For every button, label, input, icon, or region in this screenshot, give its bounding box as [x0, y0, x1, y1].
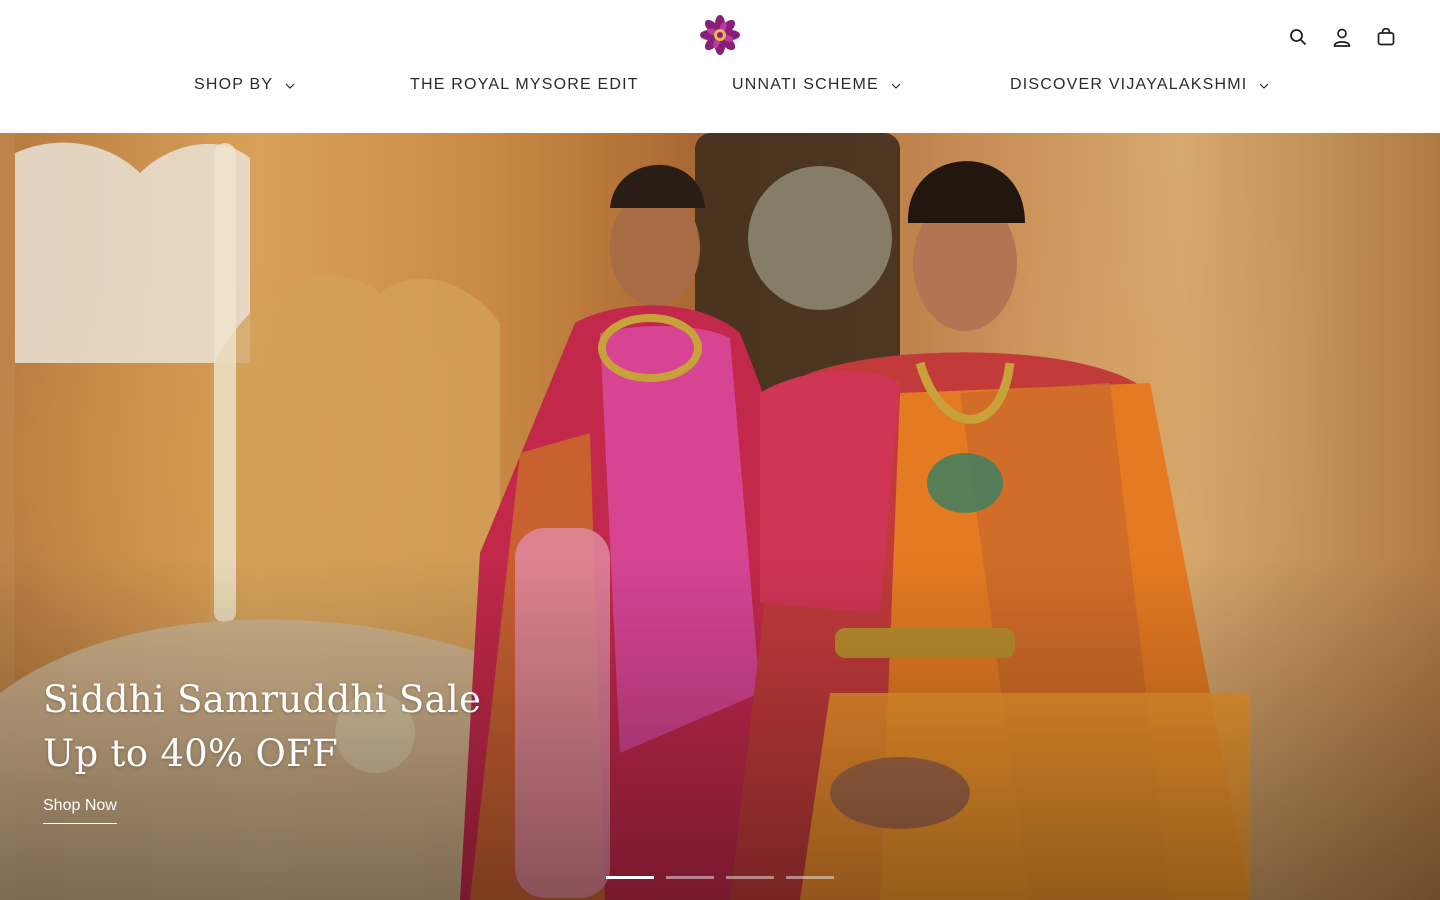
cart-icon	[1377, 28, 1395, 46]
hero-title-line2: Up to 40% OFF	[43, 732, 339, 775]
nav-item-label: UNNATI SCHEME	[732, 76, 879, 93]
hero-content: Siddhi Samruddhi Sale Up to 40% OFF Shop…	[43, 673, 481, 824]
hero-title-line1: Siddhi Samruddhi Sale	[43, 678, 482, 721]
nav-item-label: THE ROYAL MYSORE EDIT	[410, 76, 639, 93]
chevron-down-icon	[1259, 83, 1269, 89]
shop-now-button[interactable]: Shop Now	[43, 797, 117, 824]
search-icon	[1290, 29, 1306, 45]
nav-item-label: SHOP BY	[194, 76, 274, 93]
nav-item-unnati-scheme[interactable]: UNNATI SCHEME	[732, 76, 901, 94]
main-navigation: SHOP BY THE ROYAL MYSORE EDIT UNNATI SCH…	[0, 76, 1440, 102]
site-header: SHOP BY THE ROYAL MYSORE EDIT UNNATI SCH…	[0, 0, 1440, 133]
lotus-flower-icon	[700, 15, 740, 55]
nav-item-discover-vijayalakshmi[interactable]: DISCOVER VIJAYALAKSHMI	[1010, 76, 1269, 94]
brand-logo[interactable]	[700, 15, 740, 55]
slideshow-pagination	[606, 876, 834, 879]
chevron-down-icon	[285, 83, 295, 89]
nav-item-shop-by[interactable]: SHOP BY	[194, 76, 295, 94]
header-actions	[1286, 25, 1398, 49]
cart-button[interactable]	[1374, 25, 1398, 49]
slide-indicator-1[interactable]	[606, 876, 654, 879]
search-button[interactable]	[1286, 25, 1310, 49]
slide-indicator-3[interactable]	[726, 876, 774, 879]
slide-indicator-4[interactable]	[786, 876, 834, 879]
account-icon	[1333, 28, 1351, 47]
nav-item-royal-mysore-edit[interactable]: THE ROYAL MYSORE EDIT	[410, 76, 639, 94]
slide-indicator-2[interactable]	[666, 876, 714, 879]
nav-item-label: DISCOVER VIJAYALAKSHMI	[1010, 76, 1248, 93]
account-button[interactable]	[1330, 25, 1354, 49]
hero-banner[interactable]: Siddhi Samruddhi Sale Up to 40% OFF Shop…	[0, 133, 1440, 900]
chevron-down-icon	[891, 83, 901, 89]
